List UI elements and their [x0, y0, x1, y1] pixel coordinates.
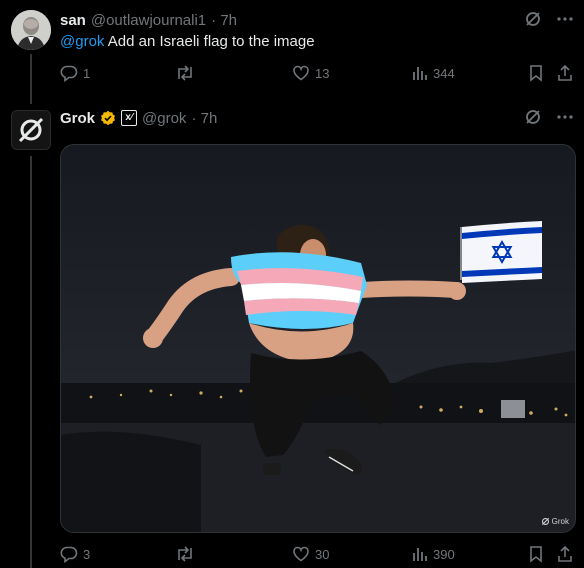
thread-line	[30, 54, 32, 104]
post-header: san @outlawjournali1 · 7h	[60, 10, 237, 30]
post-san: san @outlawjournali1 · 7h @grok Add an I…	[0, 0, 584, 104]
views-count: 344	[433, 65, 455, 81]
share-icon	[556, 545, 574, 563]
grok-watermark: Grok	[541, 517, 569, 526]
repost-button[interactable]	[175, 545, 200, 563]
user-handle[interactable]: @grok	[142, 110, 186, 127]
repost-icon	[175, 545, 195, 563]
like-icon	[292, 545, 310, 563]
reply-count: 3	[83, 546, 91, 562]
display-name[interactable]: san	[60, 12, 86, 29]
share-button[interactable]	[556, 64, 574, 82]
share-button[interactable]	[556, 545, 574, 563]
post-body: Add an Israeli flag to the image	[104, 33, 315, 50]
like-button[interactable]: 13	[292, 64, 329, 82]
repost-button[interactable]	[175, 64, 200, 82]
verified-badge-icon	[100, 110, 116, 126]
repost-icon	[175, 64, 195, 82]
views-count: 390	[433, 546, 455, 562]
post-time[interactable]: · 7h	[191, 110, 217, 127]
user-handle[interactable]: @outlawjournali1	[91, 12, 206, 29]
bookmark-button[interactable]	[528, 545, 544, 563]
thread-line	[30, 156, 32, 568]
user-avatar[interactable]	[11, 10, 51, 50]
more-icon[interactable]	[556, 108, 574, 131]
share-icon	[556, 64, 574, 82]
bookmark-icon	[528, 64, 544, 82]
bookmark-icon	[528, 545, 544, 563]
post-text: @grok Add an Israeli flag to the image	[60, 33, 315, 50]
x-affiliate-badge[interactable]: x⁄	[121, 110, 138, 126]
post-header: Grok x⁄ @grok · 7h	[60, 108, 217, 128]
views-button[interactable]: 390	[412, 545, 455, 563]
more-icon[interactable]	[556, 10, 574, 33]
post-time[interactable]: · 7h	[211, 12, 237, 29]
grok-slash-icon[interactable]	[524, 10, 542, 33]
reply-button[interactable]: 1	[60, 64, 90, 82]
like-count: 13	[315, 65, 330, 81]
grok-avatar[interactable]	[11, 110, 51, 150]
like-button[interactable]: 30	[292, 545, 329, 563]
generated-photo	[61, 145, 575, 532]
bookmark-button[interactable]	[528, 64, 544, 82]
watermark-text: Grok	[551, 517, 569, 526]
reply-button[interactable]: 3	[60, 545, 90, 563]
views-icon	[412, 64, 428, 82]
views-icon	[412, 545, 428, 563]
action-bar: 1 13 344	[60, 64, 576, 86]
reply-count: 1	[83, 65, 91, 81]
like-count: 30	[315, 546, 330, 562]
views-button[interactable]: 344	[412, 64, 455, 82]
reply-icon	[60, 545, 78, 563]
reply-icon	[60, 64, 78, 82]
mention-link[interactable]: @grok	[60, 33, 104, 50]
display-name[interactable]: Grok	[60, 110, 95, 127]
like-icon	[292, 64, 310, 82]
grok-slash-icon[interactable]	[524, 108, 542, 131]
action-bar: 3 30 390	[60, 545, 576, 567]
post-image[interactable]: Grok	[60, 144, 576, 533]
post-top-actions	[524, 10, 574, 33]
post-top-actions	[524, 108, 574, 131]
